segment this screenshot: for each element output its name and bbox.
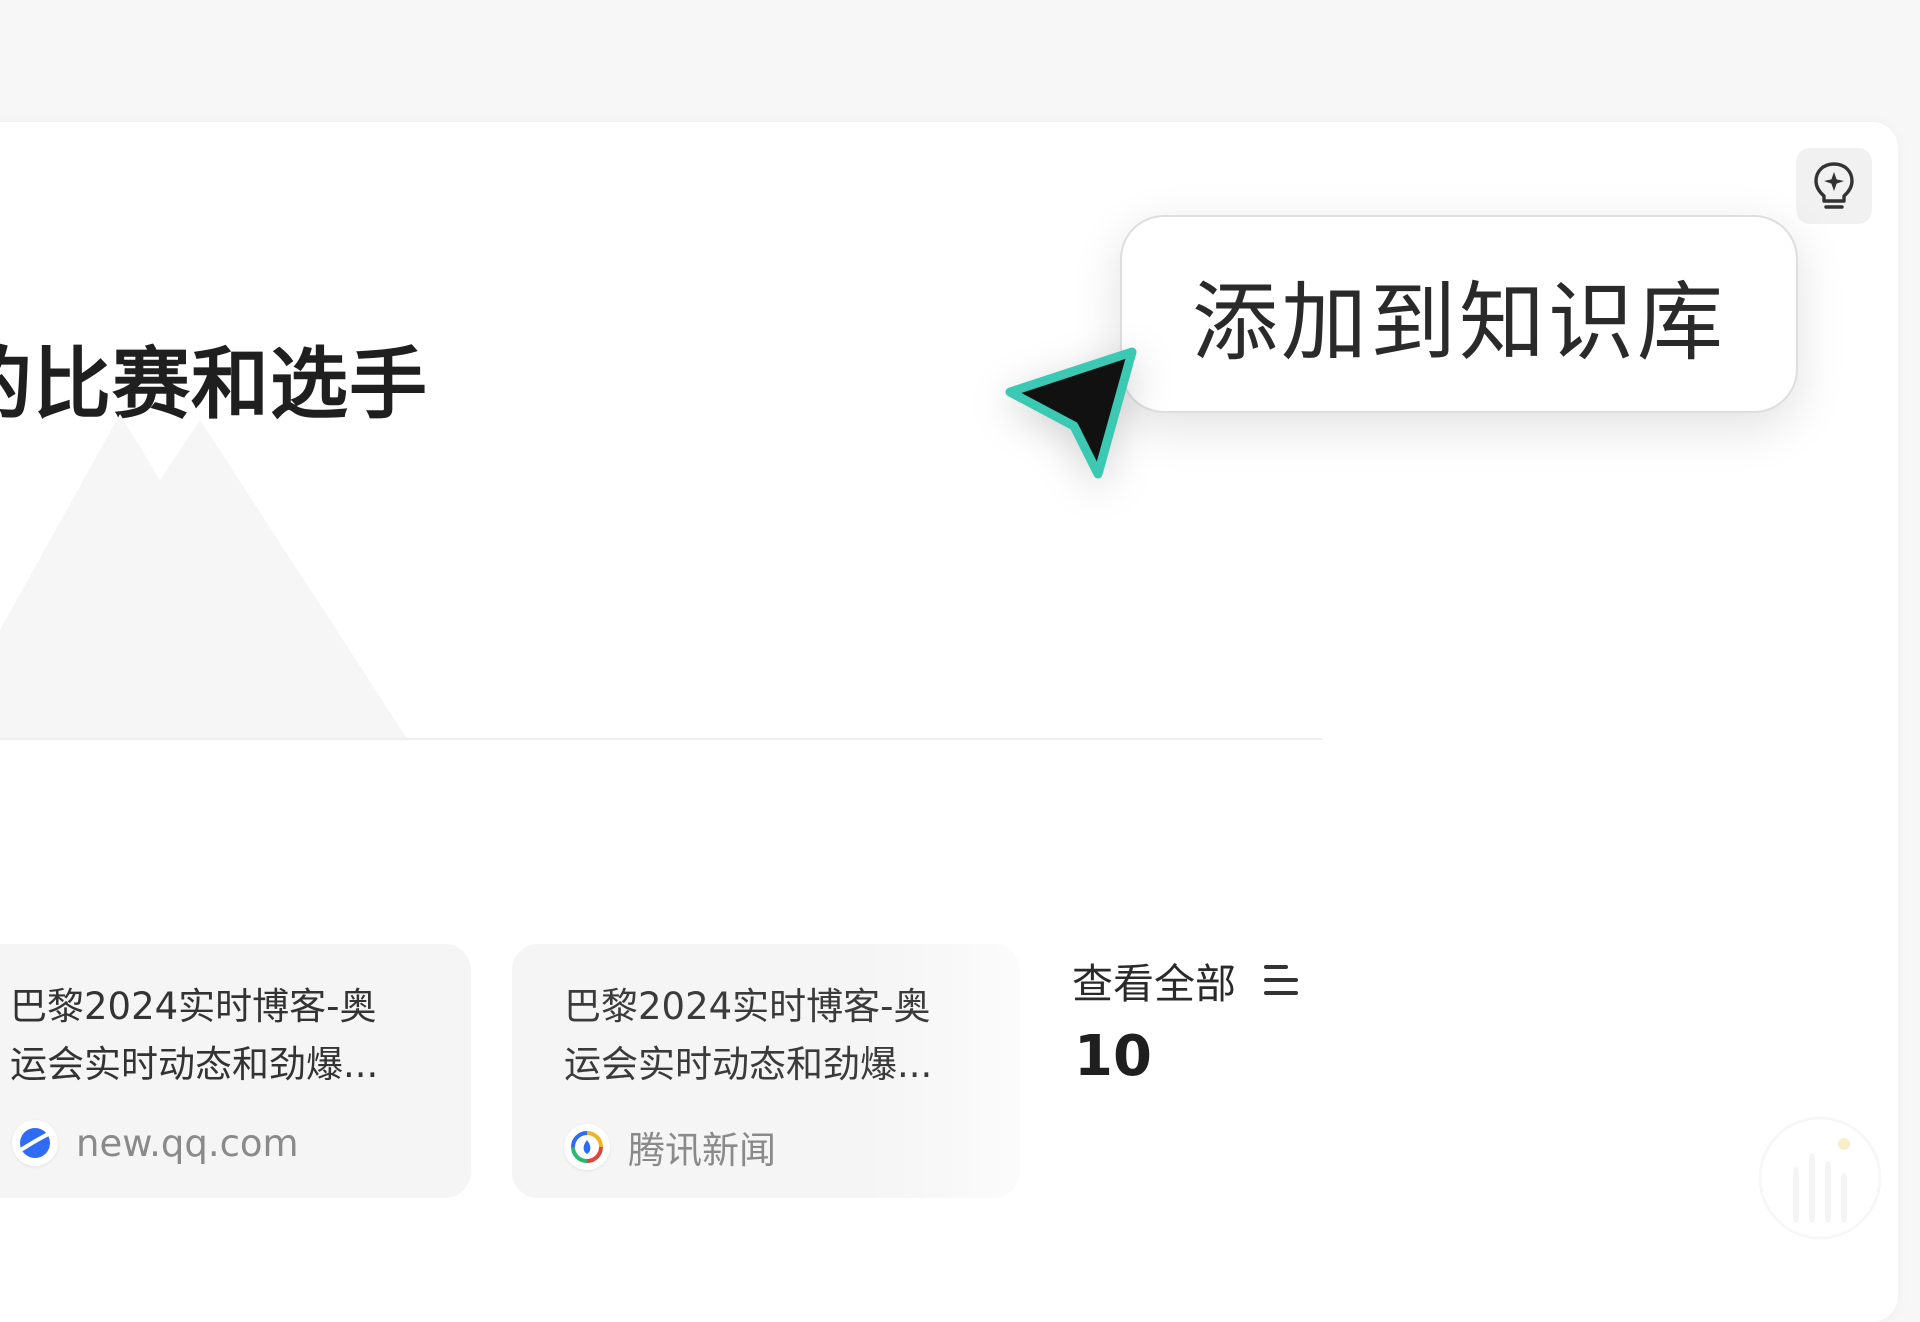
pointer-cursor-icon	[1005, 347, 1137, 479]
tencent-news-icon	[564, 1124, 610, 1170]
view-all-label: 查看全部	[1072, 960, 1236, 1008]
source-title: 巴黎2024实时博客-奥 运会实时动态和劲爆...	[10, 985, 379, 1086]
planet-icon	[12, 1120, 58, 1166]
source-site: 腾讯新闻	[628, 1129, 776, 1172]
source-footer: 腾讯新闻	[564, 1120, 776, 1174]
lightbulb-button[interactable]	[1796, 148, 1872, 224]
lightbulb-icon	[1814, 162, 1854, 209]
source-count: 10	[1074, 1024, 1152, 1089]
list-icon	[1264, 965, 1298, 995]
source-title: 巴黎2024实时博客-奥 运会实时动态和劲爆...	[564, 985, 933, 1086]
view-all-button[interactable]: 查看全部	[1072, 950, 1302, 1010]
source-card[interactable]: 巴黎2024实时博客-奥 运会实时动态和劲爆... new.qq.com	[0, 944, 471, 1198]
tooltip-label: 添加到知识库	[1192, 272, 1726, 373]
source-site: new.qq.com	[76, 1121, 299, 1165]
add-to-knowledge-base-tooltip[interactable]: 添加到知识库	[1120, 215, 1798, 413]
divider	[0, 738, 1322, 740]
watermark-logo-icon	[1758, 1116, 1882, 1240]
source-card[interactable]: 巴黎2024实时博客-奥 运会实时动态和劲爆... 腾讯新闻	[512, 944, 1020, 1198]
source-footer: new.qq.com	[12, 1120, 299, 1166]
mountain-placeholder-image	[0, 414, 408, 740]
